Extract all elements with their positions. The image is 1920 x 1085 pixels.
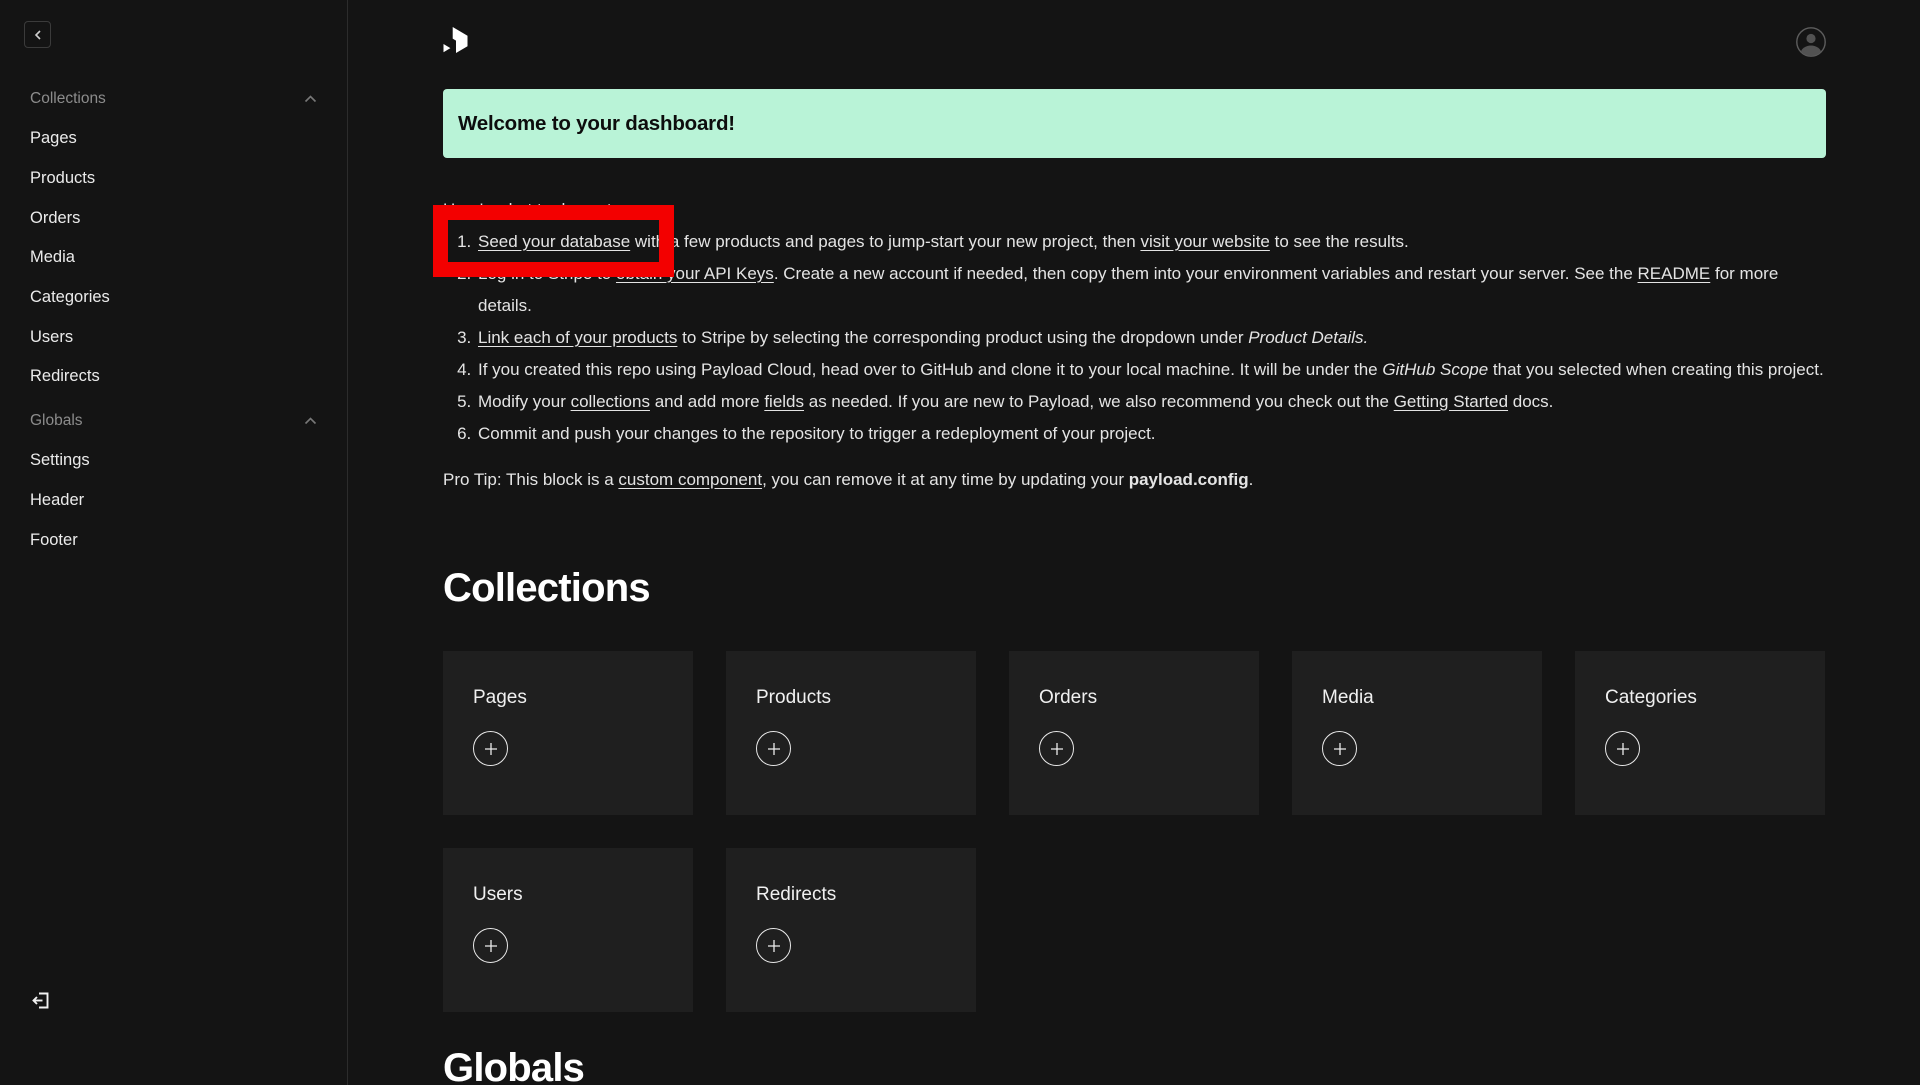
sidebar-group-globals: Globals SettingsHeaderFooter [30, 401, 317, 560]
logout-icon [30, 990, 51, 1011]
payload-logo-icon [443, 27, 468, 56]
sidebar-item-pages[interactable]: Pages [30, 119, 317, 159]
card-title: Orders [1039, 687, 1229, 709]
sidebar-item-categories[interactable]: Categories [30, 278, 317, 318]
sidebar-item-users[interactable]: Users [30, 317, 317, 357]
chevron-up-icon [304, 95, 317, 103]
create-new-redirects-button[interactable] [756, 928, 791, 963]
inline-link[interactable]: fields [764, 392, 804, 411]
collection-card-categories[interactable]: Categories [1575, 651, 1825, 815]
pro-tip: Pro Tip: This block is a custom componen… [443, 464, 1826, 496]
create-new-products-button[interactable] [756, 731, 791, 766]
instruction-step: Modify your collections and add more fie… [476, 386, 1826, 418]
card-title: Redirects [756, 884, 946, 906]
inline-link[interactable]: Seed your database [478, 232, 630, 251]
globals-nav-items: SettingsHeaderFooter [30, 441, 317, 560]
sidebar-item-products[interactable]: Products [30, 159, 317, 199]
inline-link[interactable]: Link each of your products [478, 328, 677, 347]
collapse-collections-button[interactable] [304, 95, 317, 103]
payload-dashboard: Collections PagesProductsOrdersMediaCate… [0, 0, 1920, 1085]
inline-link[interactable]: Getting Started [1394, 392, 1508, 411]
instruction-step: Log in to Stripe to obtain your API Keys… [476, 258, 1826, 322]
inline-link[interactable]: obtain your API Keys [616, 264, 774, 283]
account-avatar-icon [1796, 27, 1826, 57]
sidebar-item-media[interactable]: Media [30, 238, 317, 278]
collections-section-heading: Collections [443, 564, 1826, 612]
chevron-up-icon [304, 417, 317, 425]
inline-link[interactable]: collections [571, 392, 650, 411]
plus-icon [484, 742, 498, 756]
instruction-step: Link each of your products to Stripe by … [476, 322, 1826, 354]
payload-logo-link[interactable] [443, 27, 468, 56]
card-title: Users [473, 884, 663, 906]
collection-card-users[interactable]: Users [443, 848, 693, 1012]
inline-link[interactable]: custom component [618, 470, 762, 489]
sidebar: Collections PagesProductsOrdersMediaCate… [0, 0, 348, 1085]
account-avatar-button[interactable] [1796, 27, 1826, 57]
chevron-left-icon [33, 29, 43, 41]
collection-card-orders[interactable]: Orders [1009, 651, 1259, 815]
sidebar-item-orders[interactable]: Orders [30, 198, 317, 238]
collections-nav-items: PagesProductsOrdersMediaCategoriesUsersR… [30, 119, 317, 397]
collections-card-grid: Pages Products Orders Media [443, 651, 1826, 1012]
collection-card-pages[interactable]: Pages [443, 651, 693, 815]
card-title: Categories [1605, 687, 1795, 709]
sidebar-collapse-button[interactable] [24, 21, 51, 48]
collection-card-media[interactable]: Media [1292, 651, 1542, 815]
sidebar-nav: Collections PagesProductsOrdersMediaCate… [0, 79, 347, 560]
plus-icon [767, 742, 781, 756]
inline-link[interactable]: README [1638, 264, 1711, 283]
sidebar-item-header[interactable]: Header [30, 481, 317, 521]
group-label-collections: Collections [30, 90, 106, 108]
sidebar-item-settings[interactable]: Settings [30, 441, 317, 481]
create-new-categories-button[interactable] [1605, 731, 1640, 766]
main-content: Welcome to your dashboard! Here's what t… [348, 0, 1920, 1085]
instruction-step: Commit and push your changes to the repo… [476, 418, 1826, 450]
welcome-banner-title: Welcome to your dashboard! [458, 112, 735, 136]
instruction-step: If you created this repo using Payload C… [476, 354, 1826, 386]
globals-section-heading: Globals [443, 1044, 1826, 1085]
collection-card-redirects[interactable]: Redirects [726, 848, 976, 1012]
instructions-intro: Here's what to do next: [443, 194, 1826, 226]
group-label-globals: Globals [30, 412, 83, 430]
card-title: Products [756, 687, 946, 709]
sidebar-item-footer[interactable]: Footer [30, 520, 317, 560]
plus-icon [1333, 742, 1347, 756]
card-title: Media [1322, 687, 1512, 709]
group-header: Collections [30, 79, 317, 119]
instruction-step: Seed your database with a few products a… [476, 226, 1826, 258]
group-header: Globals [30, 401, 317, 441]
collapse-globals-button[interactable] [304, 417, 317, 425]
create-new-orders-button[interactable] [1039, 731, 1074, 766]
plus-icon [767, 939, 781, 953]
inline-link[interactable]: visit your website [1140, 232, 1269, 251]
collection-card-products[interactable]: Products [726, 651, 976, 815]
sidebar-item-redirects[interactable]: Redirects [30, 357, 317, 397]
create-new-users-button[interactable] [473, 928, 508, 963]
create-new-media-button[interactable] [1322, 731, 1357, 766]
sidebar-group-collections: Collections PagesProductsOrdersMediaCate… [30, 79, 317, 397]
topbar [443, 0, 1826, 58]
welcome-banner: Welcome to your dashboard! [443, 89, 1826, 158]
plus-icon [484, 939, 498, 953]
logout-button[interactable] [30, 990, 51, 1011]
create-new-pages-button[interactable] [473, 731, 508, 766]
instructions-list: Seed your database with a few products a… [443, 226, 1826, 450]
plus-icon [1050, 742, 1064, 756]
plus-icon [1616, 742, 1630, 756]
card-title: Pages [473, 687, 663, 709]
